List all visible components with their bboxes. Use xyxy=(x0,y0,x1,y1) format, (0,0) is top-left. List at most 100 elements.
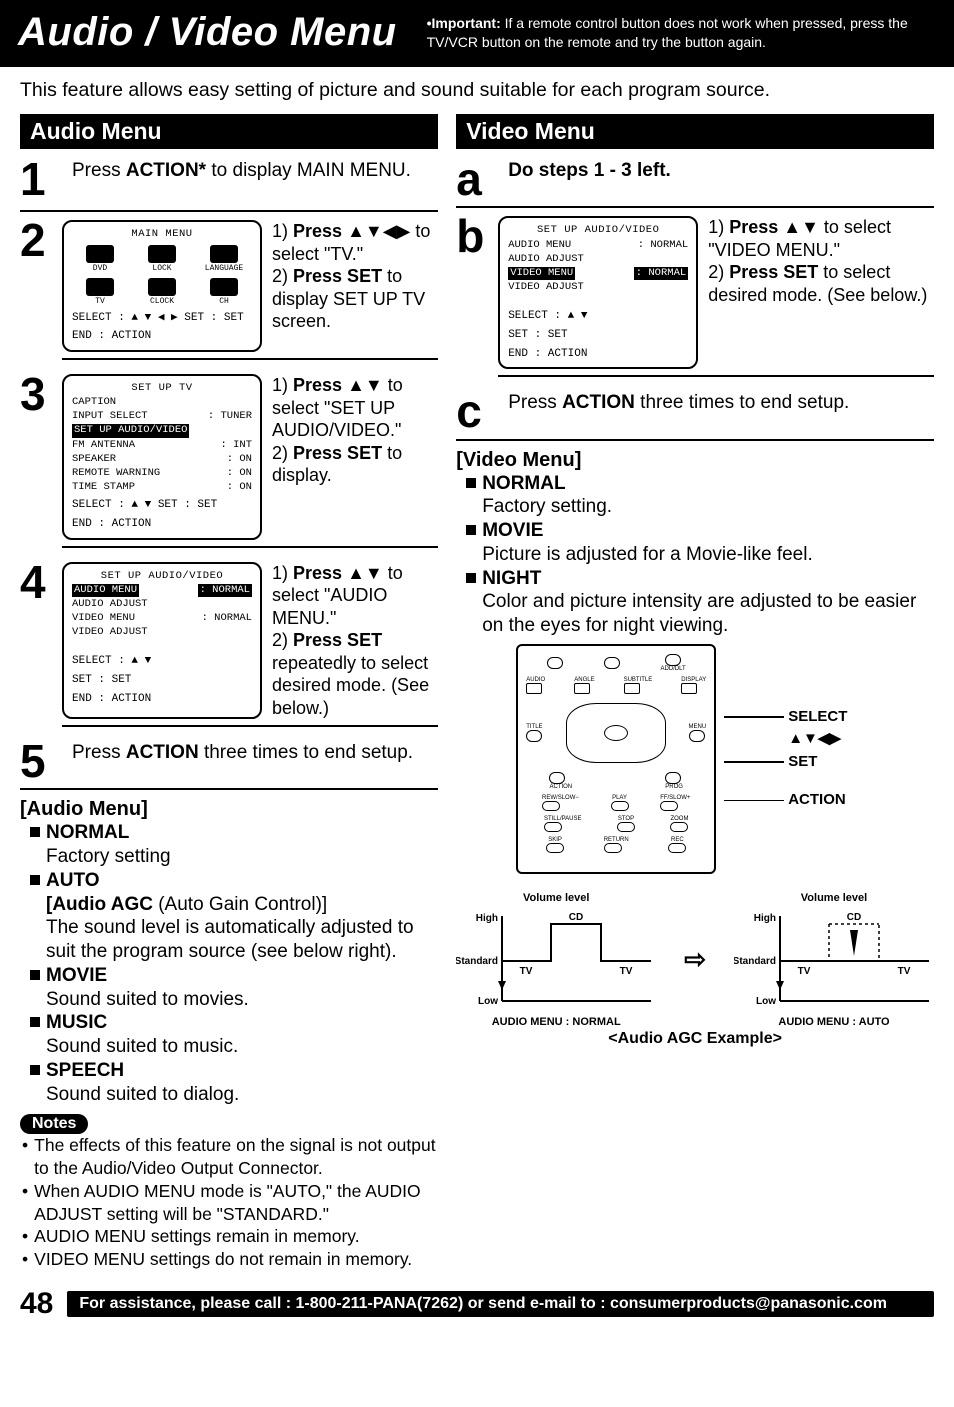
step-number: 2 xyxy=(20,220,62,261)
svg-text:High: High xyxy=(754,913,776,924)
osd-key: END : ACTION xyxy=(72,693,252,707)
agc-caption-left: AUDIO MENU : NORMAL xyxy=(456,1016,656,1028)
menu-icon-language xyxy=(210,245,238,263)
osd-setup-tv: SET UP TV CAPTION INPUT SELECT: TUNER SE… xyxy=(62,374,262,540)
step-number: 5 xyxy=(20,741,62,782)
text-bold: ACTION* xyxy=(126,160,206,181)
step-number: a xyxy=(456,159,498,200)
svg-text:Low: Low xyxy=(756,996,776,1007)
svg-text:Low: Low xyxy=(478,996,498,1007)
step-number: c xyxy=(456,391,498,432)
agc-caption-right: AUDIO MENU : AUTO xyxy=(734,1016,934,1028)
notes-label: Notes xyxy=(20,1114,88,1134)
note-item: VIDEO MENU settings do not remain in mem… xyxy=(22,1248,438,1271)
audio-step-1: 1 Press ACTION* to display MAIN MENU. xyxy=(20,159,438,212)
osd-key: END : ACTION xyxy=(72,518,252,532)
important-note: •Important: If a remote control button d… xyxy=(427,14,936,50)
video-item-movie: MOVIEPicture is adjusted for a Movie-lik… xyxy=(466,519,934,567)
audio-section-title: Audio Menu xyxy=(20,114,438,149)
arrow-right-icon: ⇨ xyxy=(684,944,706,975)
osd-key: SELECT : ▲ ▼ ◀ ▶ SET : SET xyxy=(72,312,252,326)
osd-title: SET UP AUDIO/VIDEO xyxy=(508,224,688,237)
osd-title: SET UP AUDIO/VIDEO xyxy=(72,570,252,583)
osd-key: SET : SET xyxy=(72,674,252,688)
svg-text:Standard: Standard xyxy=(734,956,776,967)
remote-btn xyxy=(547,657,563,669)
svg-text:TV: TV xyxy=(520,966,533,977)
video-item-normal: NORMALFactory setting. xyxy=(466,472,934,520)
svg-text:TV: TV xyxy=(620,966,633,977)
osd-key: SELECT : ▲ ▼ xyxy=(508,310,688,324)
audio-step-2: 2 MAIN MENU DVD LOCK LANGUAGE TV CLOCK C… xyxy=(20,220,438,368)
page-footer: 48 For assistance, please call : 1-800-2… xyxy=(20,1287,934,1321)
osd-title: MAIN MENU xyxy=(72,228,252,241)
remote-set-btn xyxy=(604,725,628,741)
text: to display MAIN MENU. xyxy=(206,160,411,181)
note-item: The effects of this feature on the signa… xyxy=(22,1134,438,1180)
osd-key: SET : SET xyxy=(508,329,688,343)
remote-dpad xyxy=(566,703,666,763)
remote-action-btn xyxy=(549,772,565,784)
remote-btn xyxy=(665,654,681,666)
agc-plot-normal: Volume level High Standard Low CD TV TV xyxy=(456,892,656,1028)
remote-btn xyxy=(604,657,620,669)
step-number: b xyxy=(456,216,498,257)
video-section-title: Video Menu xyxy=(456,114,934,149)
step-number: 4 xyxy=(20,562,62,603)
page-number: 48 xyxy=(20,1287,53,1321)
audio-item-speech: SPEECHSound suited to dialog. xyxy=(30,1059,438,1107)
video-step-a: a Do steps 1 - 3 left. xyxy=(456,159,934,208)
important-label: •Important: xyxy=(427,15,501,31)
video-menu-subhead: [Video Menu] xyxy=(456,449,934,472)
osd-main-menu: MAIN MENU DVD LOCK LANGUAGE TV CLOCK CH … xyxy=(62,220,262,352)
svg-text:CD: CD xyxy=(569,912,583,923)
audio-step-5: 5 Press ACTION three times to end setup. xyxy=(20,741,438,790)
video-menu-list: NORMALFactory setting. MOVIEPicture is a… xyxy=(466,472,934,638)
assistance-bar: For assistance, please call : 1-800-211-… xyxy=(67,1291,934,1317)
osd-setup-av-audio: SET UP AUDIO/VIDEO AUDIO MENU: NORMAL AU… xyxy=(62,562,262,720)
menu-icon-ch xyxy=(210,278,238,296)
step-number: 3 xyxy=(20,374,62,415)
agc-chart-normal-icon: High Standard Low CD TV TV xyxy=(456,906,656,1016)
note-item: AUDIO MENU settings remain in memory. xyxy=(22,1225,438,1248)
menu-icon-lock xyxy=(148,245,176,263)
audio-item-auto: AUTO[Audio AGC (Auto Gain Control)]The s… xyxy=(30,869,438,964)
video-step-c: c Press ACTION three times to end setup. xyxy=(456,391,934,440)
audio-column: Audio Menu 1 Press ACTION* to display MA… xyxy=(20,114,438,1271)
agc-chart-auto-icon: High Standard Low CD TV TV xyxy=(734,906,934,1016)
svg-text:Standard: Standard xyxy=(456,956,498,967)
menu-icon-tv xyxy=(86,278,114,296)
audio-step-3: 3 SET UP TV CAPTION INPUT SELECT: TUNER … xyxy=(20,374,438,556)
menu-icon-clock xyxy=(148,278,176,296)
svg-text:CD: CD xyxy=(847,912,861,923)
step-number: 1 xyxy=(20,159,62,200)
audio-item-movie: MOVIESound suited to movies. xyxy=(30,964,438,1012)
agc-example: Volume level High Standard Low CD TV TV xyxy=(456,892,934,1028)
svg-text:High: High xyxy=(476,913,498,924)
remote-legend: SELECT ▲▼◀▶ SET ACTION xyxy=(724,706,847,812)
menu-icon-dvd xyxy=(86,245,114,263)
osd-key: END : ACTION xyxy=(72,330,252,344)
video-step-b: b SET UP AUDIO/VIDEO AUDIO MENU: NORMAL … xyxy=(456,216,934,385)
osd-title: SET UP TV xyxy=(72,382,252,395)
remote-body: ADD/DLT AUDIO ANGLE SUBTITLE DISPLAY TIT… xyxy=(516,644,716,874)
agc-plot-auto: Volume level High Standard Low CD TV TV xyxy=(734,892,934,1028)
osd-key: SELECT : ▲ ▼ xyxy=(72,655,252,669)
osd-setup-av-video: SET UP AUDIO/VIDEO AUDIO MENU: NORMAL AU… xyxy=(498,216,698,369)
audio-menu-list: NORMALFactory setting AUTO[Audio AGC (Au… xyxy=(30,821,438,1106)
osd-key: SELECT : ▲ ▼ SET : SET xyxy=(72,499,252,513)
video-item-night: NIGHTColor and picture intensity are adj… xyxy=(466,567,934,638)
audio-item-music: MUSICSound suited to music. xyxy=(30,1011,438,1059)
intro-text: This feature allows easy setting of pict… xyxy=(20,79,934,102)
audio-item-normal: NORMALFactory setting xyxy=(30,821,438,869)
audio-step-4: 4 SET UP AUDIO/VIDEO AUDIO MENU: NORMAL … xyxy=(20,562,438,736)
page-header: Audio / Video Menu •Important: If a remo… xyxy=(0,0,954,67)
remote-menu-btn xyxy=(689,730,705,742)
osd-key: END : ACTION xyxy=(508,348,688,362)
text: Press xyxy=(72,160,126,181)
video-column: Video Menu a Do steps 1 - 3 left. b SET … xyxy=(456,114,934,1271)
remote-title-btn xyxy=(526,730,542,742)
remote-prog-btn xyxy=(665,772,681,784)
svg-text:TV: TV xyxy=(898,966,911,977)
page-title: Audio / Video Menu xyxy=(18,10,397,55)
